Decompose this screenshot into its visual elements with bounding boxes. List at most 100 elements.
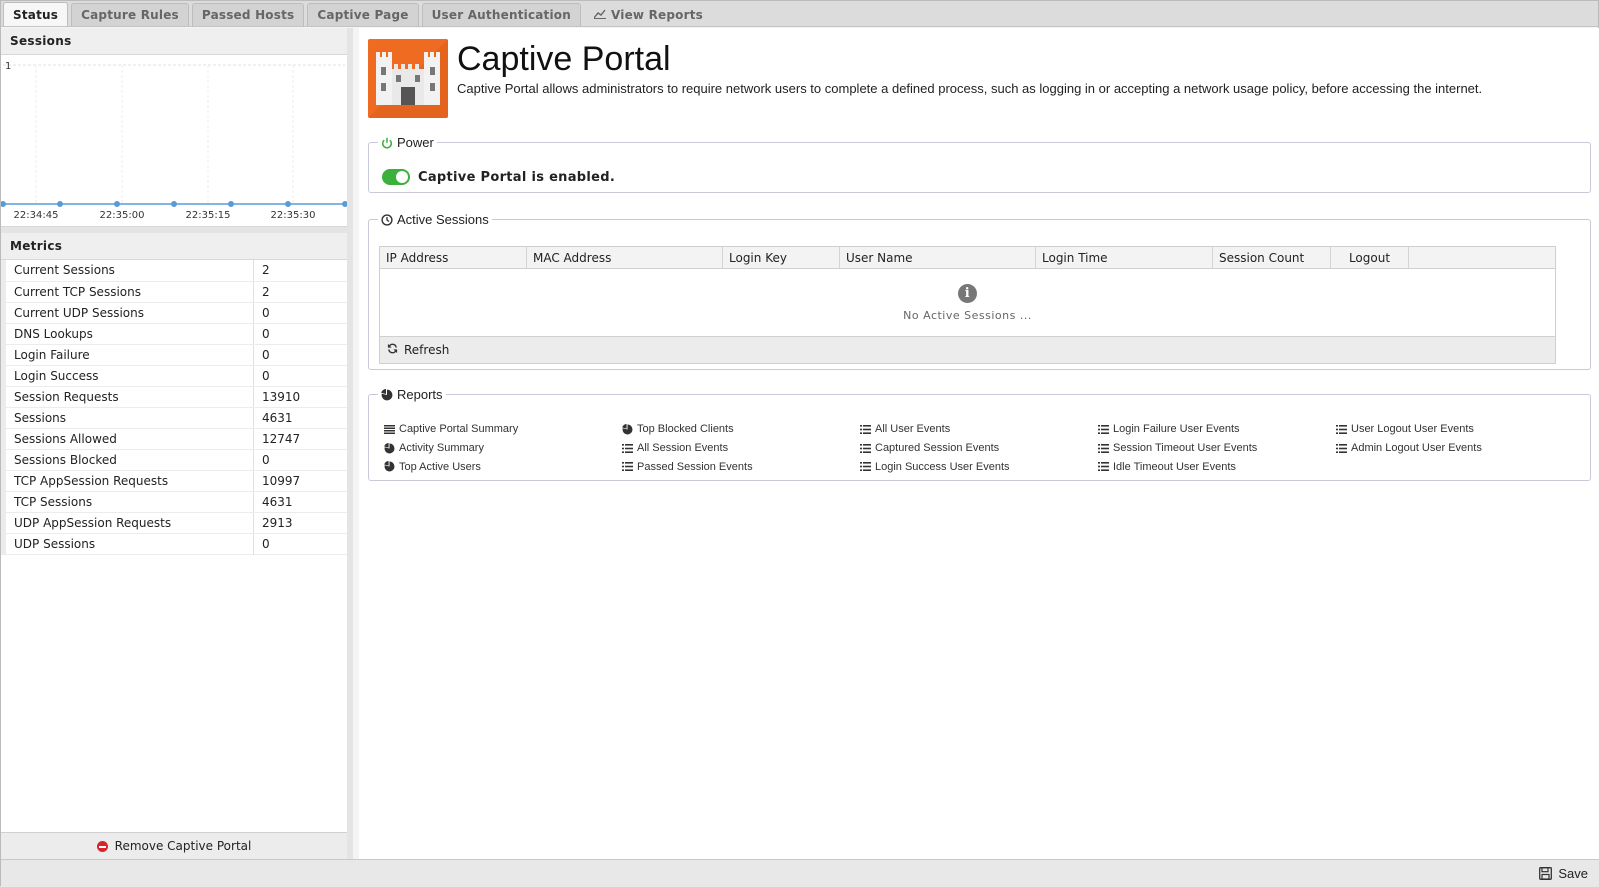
report-link[interactable]: Top Blocked Clients: [622, 420, 753, 439]
metric-name: Sessions Blocked: [1, 449, 254, 471]
metric-row: UDP Sessions 0: [1, 533, 347, 555]
list-icon: [622, 462, 634, 472]
metric-row: DNS Lookups 0: [1, 323, 347, 345]
report-link[interactable]: Captive Portal Summary: [384, 420, 518, 439]
column-header-login-time[interactable]: Login Time: [1036, 247, 1213, 268]
x-tick-label: 22:35:15: [186, 210, 231, 221]
tab-passed-hosts[interactable]: Passed Hosts: [191, 3, 305, 26]
grid-empty-state: i No Active Sessions ...: [380, 269, 1555, 336]
tab-label: User Authentication: [431, 8, 571, 22]
metric-value: 2: [253, 260, 347, 282]
pie-chart-icon: [384, 461, 396, 472]
sessions-chart: 1 22:34:45 22:35:00 22:35:15 22:35:30: [1, 55, 347, 227]
report-link[interactable]: Admin Logout User Events: [1336, 439, 1482, 458]
metric-name: Current Sessions: [1, 260, 254, 282]
column-header-session-count[interactable]: Session Count: [1213, 247, 1331, 268]
report-link[interactable]: All Session Events: [622, 439, 753, 458]
clock-icon: [381, 213, 393, 226]
report-link[interactable]: Login Success User Events: [860, 457, 1010, 476]
power-status-text: Captive Portal is enabled.: [418, 169, 616, 185]
sessions-panel-title: Sessions: [1, 28, 347, 55]
reports-column: All User Events Captured Session Events Lo…: [860, 420, 1010, 476]
metric-name: UDP Sessions: [1, 533, 254, 555]
sessions-grid: IP Address MAC Address Login Key User Na…: [379, 246, 1556, 364]
tab-label: Status: [13, 7, 59, 22]
report-link[interactable]: Login Failure User Events: [1098, 420, 1257, 439]
bottom-toolbar: Save: [1, 859, 1599, 887]
metric-name: Sessions: [1, 407, 254, 429]
report-link[interactable]: Idle Timeout User Events: [1098, 457, 1257, 476]
list-icon: [1098, 462, 1110, 472]
report-link-label: Activity Summary: [399, 442, 484, 455]
report-link-label: User Logout User Events: [1351, 423, 1474, 436]
active-sessions-section: Active Sessions IP Address MAC Address L…: [368, 212, 1591, 370]
metric-value: 2: [253, 281, 347, 303]
column-header-ip-address[interactable]: IP Address: [380, 247, 527, 268]
app-title: Captive Portal: [457, 40, 671, 78]
metric-value: 0: [253, 323, 347, 345]
power-icon: [381, 137, 393, 149]
metric-row: UDP AppSession Requests 2913: [1, 512, 347, 534]
floppy-disk-icon: [1539, 867, 1553, 880]
report-link[interactable]: Captured Session Events: [860, 439, 1010, 458]
active-sessions-legend: Active Sessions: [378, 212, 492, 227]
metric-name: Login Failure: [1, 344, 254, 366]
report-link[interactable]: Session Timeout User Events: [1098, 439, 1257, 458]
column-header-mac-address[interactable]: MAC Address: [527, 247, 723, 268]
report-link[interactable]: Activity Summary: [384, 439, 518, 458]
metric-row: Current TCP Sessions 2: [1, 281, 347, 303]
report-link-label: Top Blocked Clients: [637, 423, 734, 436]
list-icon: [1098, 443, 1110, 453]
data-point: [1, 201, 6, 207]
metric-name: Login Success: [1, 365, 254, 387]
data-point: [57, 201, 63, 207]
metric-row: Current Sessions 2: [1, 260, 347, 282]
empty-text: No Active Sessions ...: [903, 308, 1032, 322]
column-header-login-key[interactable]: Login Key: [723, 247, 840, 268]
list-icon: [860, 462, 872, 472]
refresh-button[interactable]: Refresh: [380, 336, 1555, 363]
report-link-label: Login Success User Events: [875, 460, 1010, 473]
data-point: [285, 201, 291, 207]
report-link[interactable]: User Logout User Events: [1336, 420, 1482, 439]
app-description: Captive Portal allows administrators to …: [457, 81, 1483, 96]
metric-row: Session Requests 13910: [1, 386, 347, 408]
metric-name: Current TCP Sessions: [1, 281, 254, 303]
sessions-chart-svg: 1 22:34:45 22:35:00 22:35:15 22:35:30: [1, 61, 347, 221]
metric-name: Sessions Allowed: [1, 428, 254, 450]
report-link[interactable]: Passed Session Events: [622, 457, 753, 476]
column-header-logout[interactable]: Logout: [1331, 247, 1409, 268]
report-link[interactable]: Top Active Users: [384, 457, 518, 476]
refresh-label: Refresh: [404, 343, 450, 357]
metric-row: Sessions Blocked 0: [1, 449, 347, 471]
tab-captive-page[interactable]: Captive Page: [307, 3, 419, 26]
list-icon: [622, 443, 634, 453]
report-link-label: Captive Portal Summary: [399, 423, 519, 436]
power-toggle[interactable]: [382, 169, 410, 185]
list-icon: [860, 424, 872, 434]
tab-status[interactable]: Status: [3, 2, 69, 26]
save-button[interactable]: Save: [1539, 866, 1588, 881]
metric-value: 10997: [253, 470, 347, 492]
report-link[interactable]: All User Events: [860, 420, 1010, 439]
tab-capture-rules[interactable]: Capture Rules: [71, 3, 189, 26]
metric-row: Sessions 4631: [1, 407, 347, 429]
reports-column: Captive Portal Summary Activity Summary To…: [384, 420, 518, 476]
castle-logo-icon: [368, 39, 448, 118]
report-link-label: Login Failure User Events: [1113, 423, 1240, 436]
list-icon: [1336, 424, 1348, 434]
column-header-user-name[interactable]: User Name: [840, 247, 1036, 268]
tab-label: Passed Hosts: [201, 8, 295, 22]
metric-value: 4631: [253, 491, 347, 513]
x-tick-label: 22:35:30: [271, 210, 316, 221]
tab-user-authentication[interactable]: User Authentication: [421, 3, 581, 26]
pie-chart-icon: [381, 388, 393, 401]
metric-value: 0: [253, 365, 347, 387]
active-sessions-legend-label: Active Sessions: [397, 212, 489, 227]
metric-name: DNS Lookups: [1, 323, 254, 345]
metric-value: 0: [253, 344, 347, 366]
tab-view-reports[interactable]: View Reports: [584, 3, 713, 26]
reports-legend-label: Reports: [397, 387, 443, 402]
tab-label: View Reports: [611, 8, 704, 22]
remove-app-button[interactable]: Remove Captive Portal: [1, 832, 347, 859]
